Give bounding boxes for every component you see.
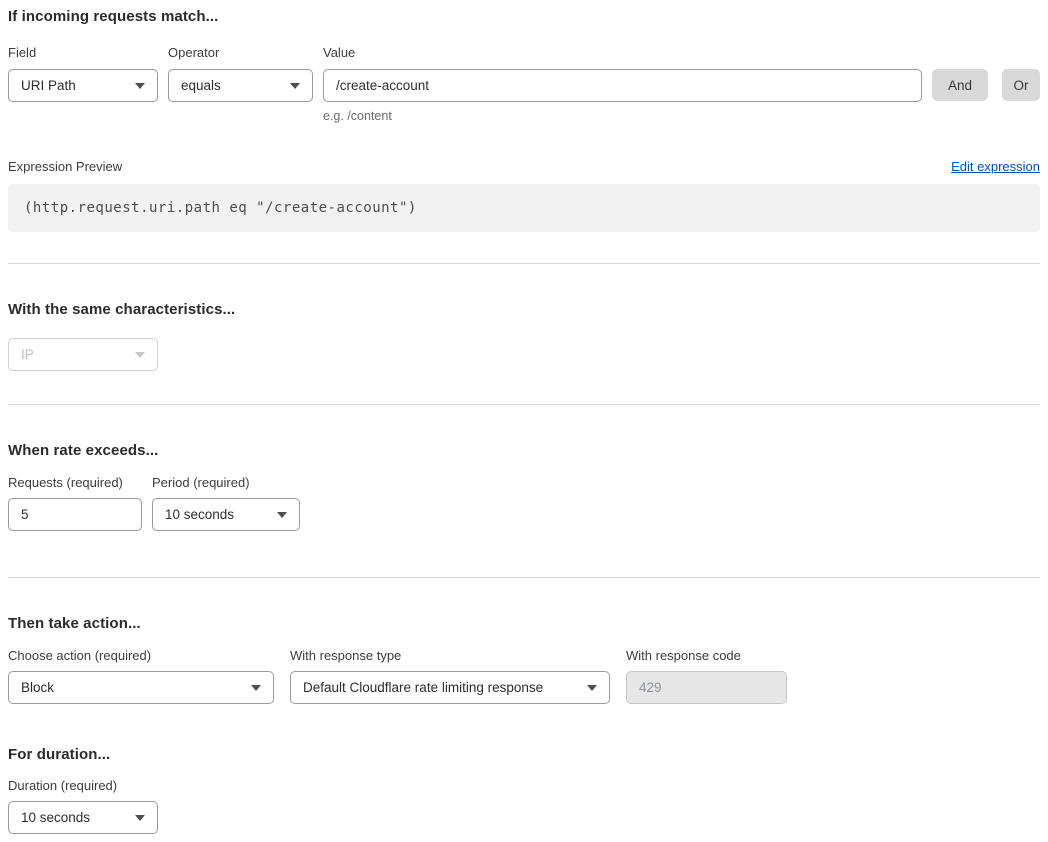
caret-down-icon (135, 83, 145, 89)
period-label-cell: Period (required) (152, 475, 300, 490)
period-select-cell: 10 seconds (152, 498, 300, 531)
caret-down-icon (251, 685, 261, 691)
response-type-select[interactable]: Default Cloudflare rate limiting respons… (290, 671, 610, 704)
response-type-label-cell: With response type (290, 648, 610, 663)
response-type-label: With response type (290, 648, 610, 663)
field-select[interactable]: URI Path (8, 69, 158, 102)
expression-preview-header: Expression Preview Edit expression (8, 159, 1040, 174)
section-divider (8, 263, 1040, 264)
choose-action-select-value: Block (21, 680, 54, 695)
period-label: Period (required) (152, 475, 300, 490)
field-group: Field URI Path (8, 45, 158, 102)
requests-label: Requests (required) (8, 475, 142, 490)
response-code-input (626, 671, 787, 704)
match-rule-row: Field URI Path Operator equals Value e.g… (8, 45, 1040, 123)
caret-down-icon (277, 512, 287, 518)
section-action: Then take action... Choose action (requi… (8, 615, 1040, 704)
response-code-label: With response code (626, 648, 787, 663)
action-labels-row: Choose action (required) With response t… (8, 648, 1040, 663)
response-code-input-cell (626, 671, 787, 704)
operator-group: Operator equals (168, 45, 313, 102)
value-hint: e.g. /content (323, 109, 922, 123)
value-input[interactable] (323, 69, 922, 102)
operator-select[interactable]: equals (168, 69, 313, 102)
choose-action-label: Choose action (required) (8, 648, 274, 663)
section-heading-characteristics: With the same characteristics... (8, 301, 1040, 318)
or-button[interactable]: Or (1002, 69, 1040, 101)
section-heading-action: Then take action... (8, 615, 1040, 632)
field-select-value: URI Path (21, 78, 76, 93)
section-characteristics: With the same characteristics... IP (8, 301, 1040, 371)
requests-label-cell: Requests (required) (8, 475, 142, 490)
value-group: Value e.g. /content (323, 45, 922, 123)
choose-action-label-cell: Choose action (required) (8, 648, 274, 663)
response-type-select-cell: Default Cloudflare rate limiting respons… (290, 671, 610, 704)
choose-action-select-cell: Block (8, 671, 274, 704)
characteristics-select-value: IP (21, 347, 34, 362)
requests-input-cell (8, 498, 142, 531)
expression-preview-code: (http.request.uri.path eq "/create-accou… (8, 184, 1040, 232)
requests-input[interactable] (8, 498, 142, 531)
expression-preview-label: Expression Preview (8, 159, 122, 174)
rate-labels-row: Requests (required) Period (required) (8, 475, 1040, 490)
caret-down-icon (135, 815, 145, 821)
duration-label: Duration (required) (8, 778, 1040, 793)
value-label: Value (323, 45, 922, 60)
operator-select-value: equals (181, 78, 221, 93)
operator-label: Operator (168, 45, 313, 60)
period-select-value: 10 seconds (165, 507, 234, 522)
response-code-label-cell: With response code (626, 648, 787, 663)
section-heading-match: If incoming requests match... (8, 8, 1040, 25)
section-duration: For duration... Duration (required) 10 s… (8, 746, 1040, 834)
period-select[interactable]: 10 seconds (152, 498, 300, 531)
section-incoming-requests: If incoming requests match... Field URI … (8, 8, 1040, 232)
field-label: Field (8, 45, 158, 60)
duration-select[interactable]: 10 seconds (8, 801, 158, 834)
and-button[interactable]: And (932, 69, 988, 101)
section-heading-rate: When rate exceeds... (8, 442, 1040, 459)
edit-expression-link[interactable]: Edit expression (951, 159, 1040, 174)
action-controls-row: Block Default Cloudflare rate limiting r… (8, 671, 1040, 704)
duration-select-value: 10 seconds (21, 810, 90, 825)
section-rate: When rate exceeds... Requests (required)… (8, 442, 1040, 531)
choose-action-select[interactable]: Block (8, 671, 274, 704)
caret-down-icon (587, 685, 597, 691)
caret-down-icon (290, 83, 300, 89)
section-divider (8, 577, 1040, 578)
characteristics-select: IP (8, 338, 158, 371)
section-heading-duration: For duration... (8, 746, 1040, 763)
rate-controls-row: 10 seconds (8, 498, 1040, 531)
response-type-select-value: Default Cloudflare rate limiting respons… (303, 680, 543, 695)
caret-down-icon (135, 352, 145, 358)
section-divider (8, 404, 1040, 405)
